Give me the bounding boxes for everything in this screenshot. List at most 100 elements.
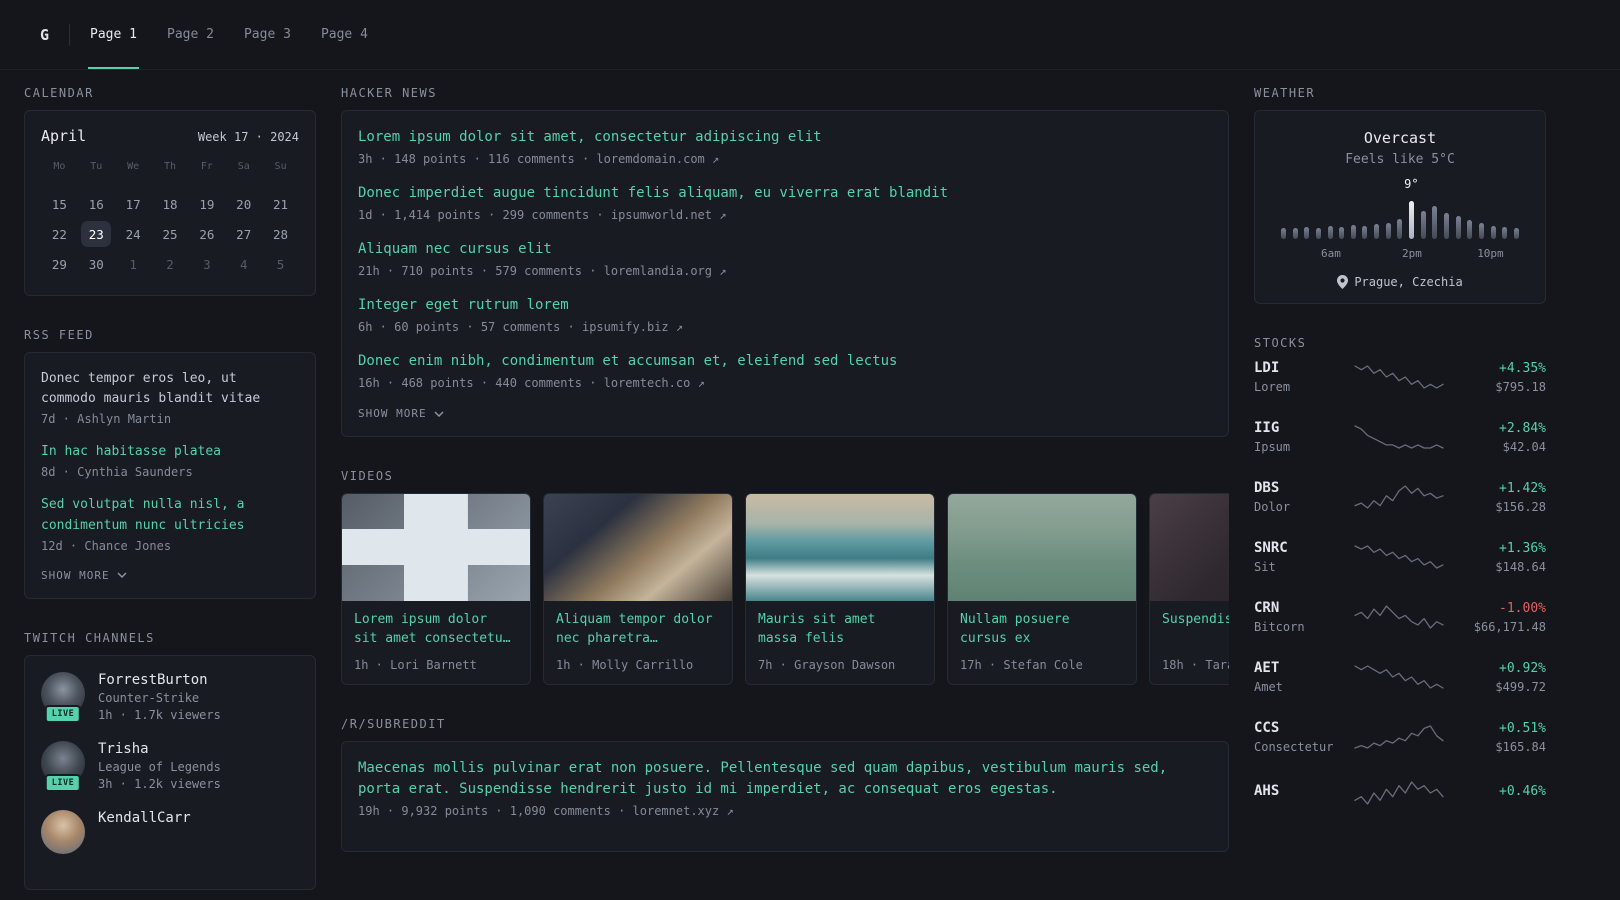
channel-name[interactable]: Trisha <box>98 741 221 757</box>
stock-sparkline <box>1342 604 1456 630</box>
stock-name: Amet <box>1254 680 1283 694</box>
weather-time-label: 6am <box>1321 247 1341 260</box>
video-title[interactable]: Mauris sit amet massa felis <box>758 611 922 649</box>
stock-row[interactable]: DBS Dolor +1.42% $156.28 <box>1254 480 1546 514</box>
calendar-day: 17 <box>125 196 141 212</box>
weather-location-text: Prague, Czechia <box>1354 275 1463 289</box>
video-title[interactable]: Lorem ipsum dolor sit amet consectetu… <box>354 611 518 649</box>
page-tab[interactable]: Page 4 <box>319 0 370 69</box>
video-card[interactable]: Lorem ipsum dolor sit amet consectetu… 1… <box>341 493 531 685</box>
twitch-channel[interactable]: LIVE Trisha League of Legends 3h · 1.2k … <box>41 740 299 792</box>
video-title[interactable]: Aliquam tempor dolor nec pharetra… <box>556 611 720 649</box>
page-tab[interactable]: Page 1 <box>88 0 139 69</box>
rss-item: In hac habitasse platea 8d · Cynthia Sau… <box>41 442 299 479</box>
stock-sparkline <box>1342 364 1456 390</box>
hn-item-title[interactable]: Aliquam nec cursus elit <box>358 239 1212 260</box>
twitch-channel[interactable]: LIVE ForrestBurton Counter-Strike 1h · 1… <box>41 671 299 723</box>
location-pin-icon <box>1337 275 1349 289</box>
divider <box>69 23 71 46</box>
external-link-icon: ↗ <box>697 376 705 390</box>
rss-item-meta: 12d · Chance Jones <box>41 538 172 553</box>
calendar-day: 1 <box>129 256 137 272</box>
twitch-channel[interactable]: LIVE KendallCarr <box>41 809 299 854</box>
hn-item: Integer eget rutrum lorem 6h · 60 points… <box>358 295 1212 334</box>
stock-row[interactable]: CCS Consectetur +0.51% $165.84 <box>1254 720 1546 754</box>
calendar-day: 4 <box>239 256 248 272</box>
stock-sparkline <box>1342 484 1456 510</box>
video-title[interactable]: Suspendisse diam <box>1162 611 1229 649</box>
weather-section-title: WEATHER <box>1254 86 1316 100</box>
page-tab[interactable]: Page 3 <box>242 0 293 69</box>
video-thumbnail[interactable] <box>1150 494 1229 601</box>
weather-bar <box>1397 219 1403 239</box>
rss-item-title[interactable]: Donec tempor eros leo, ut commodo mauris… <box>41 369 299 409</box>
channel-name[interactable]: ForrestBurton <box>98 672 221 688</box>
stock-name: Lorem <box>1254 380 1291 394</box>
hn-section-title: HACKER NEWS <box>341 86 437 100</box>
hn-item-title[interactable]: Donec enim nibh, condimentum et accumsan… <box>358 351 1212 372</box>
video-title[interactable]: Nullam posuere cursus ex <box>960 611 1124 649</box>
hn-item-title[interactable]: Integer eget rutrum lorem <box>358 295 1212 316</box>
rss-widget: RSS FEED Donec tempor eros leo, ut commo… <box>24 328 316 599</box>
calendar-day: 3 <box>203 256 211 272</box>
stocks-widget: STOCKS LDI Lorem +4.35% $795.18 IIG Ipsu… <box>1254 336 1546 806</box>
hn-item-meta: 1d · 1,414 points · 299 comments · ipsum… <box>358 208 727 222</box>
stock-row[interactable]: IIG Ipsum +2.84% $42.04 <box>1254 420 1546 454</box>
weather-bar <box>1304 227 1310 239</box>
weather-bar <box>1420 211 1426 239</box>
external-link-icon: ↗ <box>726 804 734 818</box>
channel-name[interactable]: KendallCarr <box>98 810 191 826</box>
page-tab[interactable]: Page 2 <box>165 0 216 69</box>
rss-show-more-button[interactable]: SHOW MORE <box>41 569 127 582</box>
hn-item-title[interactable]: Donec imperdiet augue tincidunt felis al… <box>358 183 1212 204</box>
stock-price: $165.84 <box>1495 739 1546 754</box>
stock-price: $795.18 <box>1495 379 1546 394</box>
video-thumbnail[interactable] <box>342 494 530 601</box>
topbar: G Page 1 Page 2 Page 3 Page 4 <box>0 0 1620 70</box>
video-thumbnail[interactable] <box>544 494 732 601</box>
weather-bar <box>1350 225 1356 239</box>
stock-name: Dolor <box>1254 500 1291 514</box>
rss-item-title[interactable]: Sed volutpat nulla nisl, a condimentum n… <box>41 495 299 535</box>
stock-change: +2.84% <box>1499 420 1546 436</box>
calendar-day: 16 <box>88 196 104 212</box>
twitch-card: LIVE ForrestBurton Counter-Strike 1h · 1… <box>24 654 316 890</box>
calendar-card: April Week 17 · 2024 Mo Tu We Th Fr Sa Su 15 16… <box>24 110 316 296</box>
channel-game: League of Legends <box>98 759 221 774</box>
weather-bar <box>1292 228 1298 239</box>
hn-show-more-button[interactable]: SHOW MORE <box>358 407 444 420</box>
calendar-day: 19 <box>199 196 215 212</box>
calendar-month: April <box>41 127 87 145</box>
hn-item: Donec imperdiet augue tincidunt felis al… <box>358 183 1212 222</box>
video-meta: 17h · Stefan Cole <box>960 658 1083 672</box>
weather-bar <box>1432 206 1438 239</box>
video-card[interactable]: Nullam posuere cursus ex 17h · Stefan Co… <box>947 493 1137 685</box>
video-card[interactable]: Mauris sit amet massa felis 7h · Grayson… <box>745 493 935 685</box>
avatar: LIVE <box>41 809 85 854</box>
stock-symbol: CCS <box>1254 720 1280 736</box>
calendar-day: 2 <box>166 256 174 272</box>
video-card[interactable]: Suspendisse diam 18h · Tara <box>1149 493 1229 685</box>
weather-bar <box>1374 224 1380 239</box>
stock-row[interactable]: SNRC Sit +1.36% $148.64 <box>1254 540 1546 574</box>
video-thumbnail[interactable] <box>746 494 934 601</box>
video-card[interactable]: Aliquam tempor dolor nec pharetra… 1h · … <box>543 493 733 685</box>
stock-row[interactable]: CRN Bitcorn -1.00% $66,171.48 <box>1254 600 1546 634</box>
main-column: HACKER NEWS Lorem ipsum dolor sit amet, … <box>341 86 1229 884</box>
calendar-dow: Fr <box>200 161 213 172</box>
stock-row[interactable]: AET Amet +0.92% $499.72 <box>1254 660 1546 694</box>
calendar-day: 29 <box>51 256 67 272</box>
subreddit-item: Maecenas mollis pulvinar erat non posuer… <box>358 758 1212 818</box>
video-thumbnail[interactable] <box>948 494 1136 601</box>
rss-item-meta: 7d · Ashlyn Martin <box>41 412 172 427</box>
app-logo[interactable]: G <box>32 26 57 44</box>
stock-row[interactable]: AHS +0.46% <box>1254 780 1546 806</box>
weather-time-label: 10pm <box>1477 247 1504 260</box>
stock-symbol: DBS <box>1254 480 1280 496</box>
hn-item-title[interactable]: Lorem ipsum dolor sit amet, consectetur … <box>358 127 1212 148</box>
rss-item-title[interactable]: In hac habitasse platea <box>41 442 299 462</box>
subreddit-item-title[interactable]: Maecenas mollis pulvinar erat non posuer… <box>358 758 1212 800</box>
stock-row[interactable]: LDI Lorem +4.35% $795.18 <box>1254 360 1546 394</box>
twitch-widget: TWITCH CHANNELS LIVE ForrestBurton Count… <box>24 631 316 890</box>
stock-name: Sit <box>1254 560 1276 574</box>
